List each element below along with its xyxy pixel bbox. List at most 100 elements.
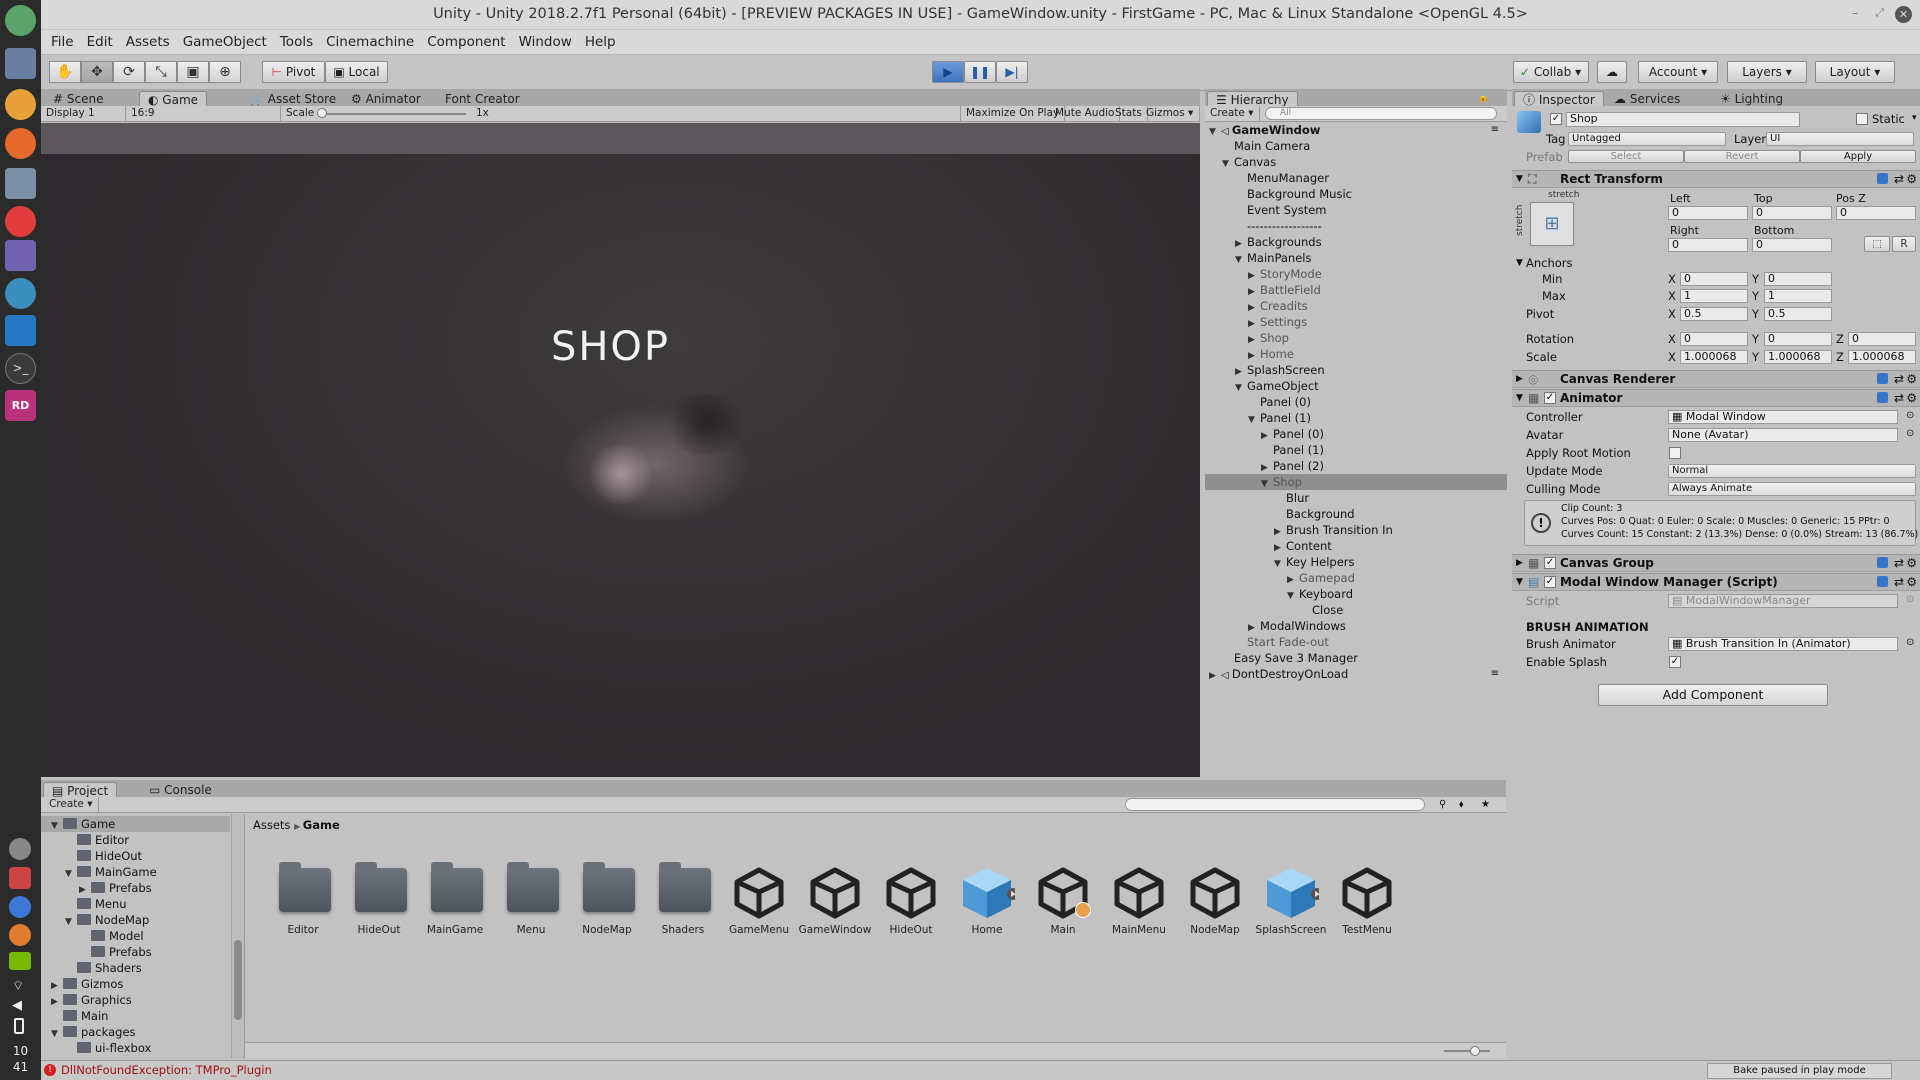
animator-header[interactable]: ▼ ▦ ✓ Animator ⇄ ⚙	[1512, 389, 1920, 407]
canvas-group-header[interactable]: ▶ ▦ ✓ Canvas Group ⇄ ⚙	[1512, 554, 1920, 572]
hierarchy-search-input[interactable]: All	[1265, 107, 1497, 120]
prefab-apply-button[interactable]: Apply	[1800, 150, 1916, 163]
project-folder-item[interactable]: Model	[41, 928, 230, 944]
rider-icon[interactable]: RD	[5, 390, 36, 421]
scale-x-field[interactable]: 1.000068	[1680, 350, 1748, 364]
asset-item[interactable]: Editor	[265, 860, 341, 940]
anchor-min-y-field[interactable]: 0	[1764, 272, 1832, 286]
cloud-button[interactable]: ☁	[1597, 61, 1627, 83]
project-folder-item[interactable]: ▶ Gizmos	[41, 976, 230, 992]
hierarchy-item[interactable]: ▶ StoryMode	[1205, 266, 1507, 282]
project-folder-item[interactable]: ▶ Graphics	[41, 992, 230, 1008]
project-folder-item[interactable]: ▶ Prefabs	[41, 880, 230, 896]
hierarchy-item[interactable]: Blur	[1205, 490, 1507, 506]
hierarchy-item[interactable]: ▶ Backgrounds	[1205, 234, 1507, 250]
account-dropdown[interactable]: Account ▾	[1638, 61, 1718, 83]
hand-tool-icon[interactable]: ✋	[49, 61, 81, 83]
preset-icon[interactable]: ⇄	[1894, 574, 1904, 591]
help-icon[interactable]	[1877, 576, 1888, 587]
settings-gear-icon[interactable]: ⚙	[1906, 371, 1917, 388]
tree-scrollbar-thumb[interactable]	[234, 940, 242, 1020]
object-picker-icon[interactable]: ⊙	[1906, 637, 1914, 648]
project-search-input[interactable]	[1125, 798, 1425, 811]
app-icon[interactable]	[5, 5, 36, 36]
modal-window-manager-header[interactable]: ▼ ▤ ✓ Modal Window Manager (Script) ⇄ ⚙	[1512, 573, 1920, 591]
pause-button[interactable]: ❚❚	[964, 61, 996, 83]
prefab-revert-button[interactable]: Revert	[1684, 150, 1800, 163]
layers-dropdown[interactable]: Layers ▾	[1727, 61, 1807, 83]
restore-icon[interactable]: ⤢	[1875, 6, 1884, 20]
raw-edit-button[interactable]: R	[1892, 236, 1916, 252]
left-field[interactable]: 0	[1668, 206, 1748, 220]
zoom-slider-track[interactable]	[1444, 1050, 1490, 1052]
asset-item[interactable]: Menu	[493, 860, 569, 940]
hierarchy-item[interactable]: ▶ Creadits	[1205, 298, 1507, 314]
hierarchy-item[interactable]: ▼ Canvas	[1205, 154, 1507, 170]
blueprint-mode-button[interactable]: ⬚	[1864, 236, 1890, 252]
zoom-slider-thumb[interactable]	[1470, 1046, 1480, 1056]
object-name-field[interactable]: Shop	[1566, 112, 1800, 127]
hierarchy-item[interactable]: Background	[1205, 506, 1507, 522]
volume-icon[interactable]: ◀	[12, 998, 22, 1013]
breadcrumb-game[interactable]: Game	[303, 818, 340, 832]
asset-item[interactable]: SplashScreen	[1253, 860, 1329, 940]
filter-type-icon[interactable]: ⚲	[1439, 797, 1446, 812]
lock-icon[interactable]: 🔒	[1478, 93, 1489, 103]
unity-hub-icon[interactable]	[5, 240, 36, 271]
canvas-group-enabled-checkbox[interactable]: ✓	[1544, 557, 1556, 569]
modal-enabled-checkbox[interactable]: ✓	[1544, 576, 1556, 588]
layout-dropdown[interactable]: Layout ▾	[1815, 61, 1895, 83]
anchor-max-y-field[interactable]: 1	[1764, 289, 1832, 303]
update-mode-dropdown[interactable]: Normal	[1668, 464, 1916, 478]
help-icon[interactable]	[1877, 373, 1888, 384]
steam-tray-icon[interactable]	[9, 838, 31, 860]
object-picker-icon[interactable]: ⊙	[1906, 428, 1914, 439]
clock-hour[interactable]: 10	[0, 1044, 41, 1058]
menu-component[interactable]: Component	[427, 30, 505, 54]
step-button[interactable]: ▶|	[996, 61, 1028, 83]
blender-icon[interactable]	[5, 128, 36, 159]
hierarchy-item[interactable]: ▶ Brush Transition In	[1205, 522, 1507, 538]
firefox-tray-icon[interactable]	[9, 924, 31, 946]
project-folder-item[interactable]: ▼ NodeMap	[41, 912, 230, 928]
filter-label-icon[interactable]: ⬧	[1459, 797, 1464, 812]
settings-gear-icon[interactable]: ⚙	[1906, 390, 1917, 407]
rotate-tool-icon[interactable]: ⟳	[113, 61, 145, 83]
asset-item[interactable]: Shaders	[645, 860, 721, 940]
asset-item[interactable]: NodeMap	[569, 860, 645, 940]
preset-icon[interactable]: ⇄	[1894, 371, 1904, 388]
hierarchy-item[interactable]: ------------------	[1205, 218, 1507, 234]
rect-tool-icon[interactable]: ▣	[177, 61, 209, 83]
hierarchy-item[interactable]: ▶ SplashScreen	[1205, 362, 1507, 378]
animator-enabled-checkbox[interactable]: ✓	[1544, 392, 1556, 404]
files-icon[interactable]	[5, 48, 36, 79]
display-dropdown[interactable]: Display 1	[41, 106, 126, 121]
hierarchy-item[interactable]: ▶ Content	[1205, 538, 1507, 554]
anchor-presets-button[interactable]: ⊞	[1530, 202, 1574, 246]
clock-minute[interactable]: 41	[0, 1060, 41, 1074]
project-folder-item[interactable]: Shaders	[41, 960, 230, 976]
avatar-field[interactable]: None (Avatar)	[1668, 428, 1898, 442]
add-component-button[interactable]: Add Component	[1598, 684, 1828, 706]
tag-dropdown[interactable]: Untagged	[1568, 132, 1726, 146]
battery-icon[interactable]	[14, 1018, 24, 1034]
nvidia-icon[interactable]	[9, 952, 31, 970]
static-checkbox[interactable]	[1856, 113, 1868, 125]
help-icon[interactable]	[1877, 392, 1888, 403]
project-folder-item[interactable]: ▼ Game	[41, 816, 230, 832]
enable-splash-checkbox[interactable]: ✓	[1669, 656, 1681, 668]
scale-z-field[interactable]: 1.000068	[1848, 350, 1916, 364]
scale-slider[interactable]: Scale 1x	[281, 106, 489, 121]
hierarchy-item[interactable]: ▼ ◁ GameWindow ≡	[1205, 122, 1507, 138]
right-field[interactable]: 0	[1668, 238, 1748, 252]
canvas-renderer-header[interactable]: ▶ ◎ Canvas Renderer ⇄ ⚙	[1512, 370, 1920, 388]
gizmos-dropdown[interactable]: Gizmos ▾	[1141, 106, 1200, 121]
asset-item[interactable]: TestMenu	[1329, 860, 1405, 940]
project-folder-item[interactable]: Editor	[41, 832, 230, 848]
menu-window[interactable]: Window	[519, 30, 572, 54]
error-message[interactable]: DllNotFoundException: TMPro_Plugin	[61, 1063, 272, 1077]
controller-field[interactable]: ▦ Modal Window	[1668, 410, 1898, 424]
hierarchy-item[interactable]: ▼ Panel (1)	[1205, 410, 1507, 426]
hierarchy-item[interactable]: Main Camera	[1205, 138, 1507, 154]
aspect-dropdown[interactable]: 16:9	[126, 106, 281, 121]
